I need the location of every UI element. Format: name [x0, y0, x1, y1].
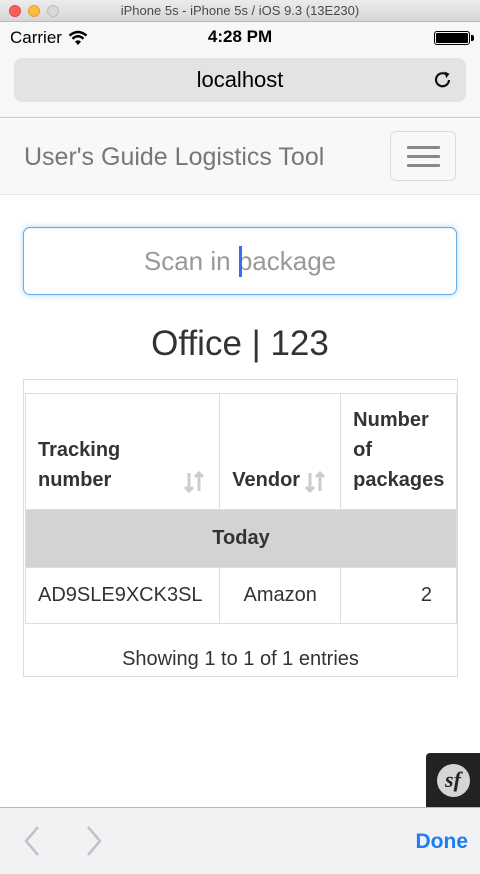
group-row: Today: [25, 509, 457, 568]
done-button[interactable]: Done: [416, 830, 469, 854]
keyboard-accessory-bar: Done: [0, 807, 480, 874]
chevron-left-icon[interactable]: [22, 825, 42, 857]
address-bar[interactable]: localhost: [14, 58, 466, 102]
window-controls: [9, 5, 59, 17]
sort-icon: [305, 470, 326, 494]
browser-toolbar: localhost: [0, 52, 480, 118]
cell-number-of-packages: 2: [340, 567, 457, 624]
navbar-brand[interactable]: User's Guide Logistics Tool: [24, 143, 324, 172]
url-text: localhost: [196, 67, 284, 92]
status-time: 4:28 PM: [207, 27, 273, 46]
minimize-window-button[interactable]: [28, 5, 40, 17]
group-label: Today: [25, 509, 457, 568]
page-title: Office | 123: [151, 324, 329, 363]
table-info: Showing 1 to 1 of 1 entries: [122, 648, 359, 670]
simulator-title: iPhone 5s - iPhone 5s / iOS 9.3 (13E230): [120, 3, 360, 18]
menu-toggle-button[interactable]: [390, 131, 456, 181]
column-header-tracking-number[interactable]: Tracking number: [24, 393, 221, 510]
table-row[interactable]: AD9SLE9XCK3SL Amazon 2: [24, 567, 457, 624]
simulator-title-bar: iPhone 5s - iPhone 5s / iOS 9.3 (13E230): [0, 0, 480, 22]
cell-tracking-number: AD9SLE9XCK3SL: [24, 567, 221, 624]
status-bar: Carrier 4:28 PM: [0, 22, 480, 52]
zoom-window-button[interactable]: [47, 5, 59, 17]
app-navbar: User's Guide Logistics Tool: [0, 119, 480, 195]
sort-icon: [184, 470, 205, 494]
symfony-icon: sf: [436, 763, 470, 797]
column-header-number-of-packages[interactable]: Number of packages: [340, 393, 457, 510]
close-window-button[interactable]: [9, 5, 21, 17]
packages-table-container: Tracking number Vendor Number of package…: [23, 379, 458, 677]
battery-icon: [434, 31, 474, 45]
text-caret: [239, 246, 242, 277]
chevron-right-icon[interactable]: [84, 825, 104, 857]
reload-icon[interactable]: [432, 69, 454, 91]
table-header-row: Tracking number Vendor Number of package…: [24, 393, 457, 510]
column-header-vendor[interactable]: Vendor: [219, 393, 342, 510]
packages-table: Tracking number Vendor Number of package…: [24, 393, 457, 624]
cell-vendor: Amazon: [219, 567, 342, 624]
symfony-toolbar-button[interactable]: sf: [426, 753, 480, 807]
